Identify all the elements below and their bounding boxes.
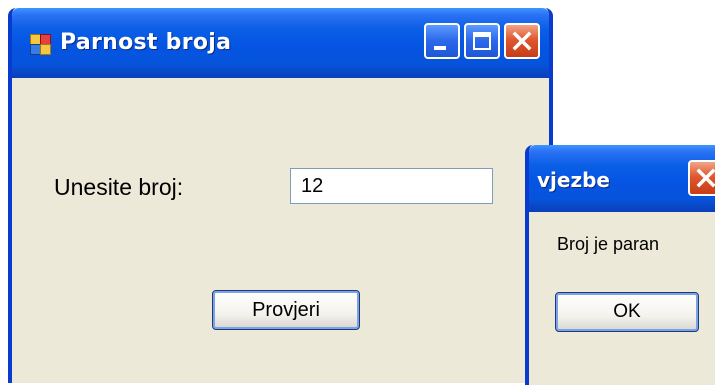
number-input[interactable] [290,168,493,204]
check-button[interactable]: Provjeri [212,290,360,330]
message-box-close-button[interactable] [688,160,715,196]
message-box-title: vjezbe [537,168,610,192]
app-window-icon[interactable] [30,34,51,55]
minimize-button[interactable] [424,23,460,59]
message-box-titlebar[interactable]: vjezbe [529,145,715,212]
close-icon [696,168,715,188]
ok-button[interactable]: OK [555,292,699,332]
main-client-area: Unesite broj: Provjeri [12,78,549,383]
main-window: Parnost broja Unesite broj: Provjeri [8,8,553,383]
main-titlebar[interactable]: Parnost broja [12,8,549,78]
message-text: Broj je paran [557,234,660,254]
window-title: Parnost broja [60,30,232,55]
close-icon [512,31,532,51]
message-box: vjezbe Broj je paran OK [525,145,715,385]
close-button[interactable] [504,23,540,59]
minimize-icon [434,46,446,50]
number-label: Unesite broj: [54,174,184,200]
maximize-button[interactable] [464,23,500,59]
maximize-icon [473,32,491,50]
message-box-body: Broj je paran OK [529,212,715,385]
